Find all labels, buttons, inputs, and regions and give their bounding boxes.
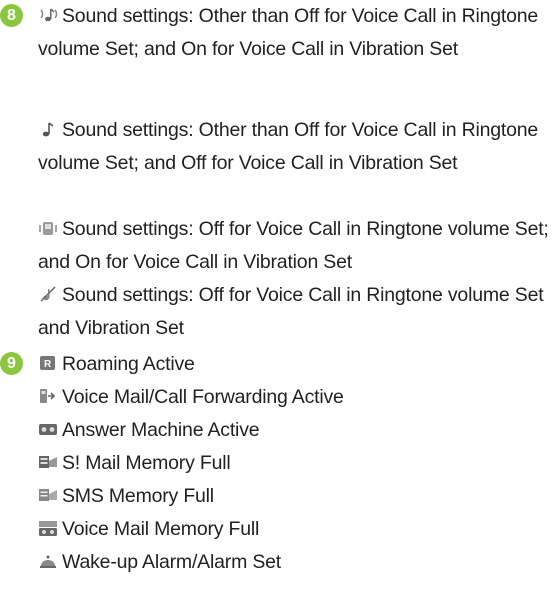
call-forwarding-icon [38, 387, 58, 405]
item-text: Answer Machine Active [62, 419, 260, 441]
answer-machine-icon [38, 420, 58, 438]
list-item: Sound settings: Off for Voice Call in Ri… [38, 213, 553, 279]
item-text: Sound settings: Off for Voice Call in Ri… [38, 284, 544, 339]
item-text: Wake-up Alarm/Alarm Set [62, 551, 281, 573]
list-item: S! Mail Memory Full [38, 447, 553, 480]
section-number-badge: 8 [0, 4, 23, 27]
list-item: Sound settings: Other than Off for Voice… [38, 114, 553, 180]
list-item: Wake-up Alarm/Alarm Set [38, 546, 553, 579]
list-item: Answer Machine Active [38, 414, 553, 447]
silent-icon [38, 285, 58, 303]
item-text: Sound settings: Other than Off for Voice… [38, 119, 539, 174]
roaming-icon: R [38, 354, 58, 372]
list-item: Sound settings: Off for Voice Call in Ri… [38, 279, 553, 345]
list-item: Voice Mail Memory Full [38, 513, 553, 546]
svg-text:R: R [44, 359, 52, 370]
sms-memory-full-icon [38, 486, 58, 504]
list-item: Voice Mail/Call Forwarding Active [38, 381, 553, 414]
vibration-only-icon [38, 219, 58, 237]
item-text: Sound settings: Other than Off for Voice… [38, 5, 539, 60]
ringtone-vibration-icon [38, 6, 58, 24]
voice-mail-memory-full-icon [38, 519, 58, 537]
manual-page: 8 Sound settings: Other than Off for Voi… [0, 0, 557, 598]
list-item: R Roaming Active [38, 348, 553, 381]
list-item: Sound settings: Other than Off for Voice… [38, 0, 553, 66]
item-text: Sound settings: Off for Voice Call in Ri… [38, 218, 549, 273]
item-text: Roaming Active [62, 353, 195, 375]
item-text: Voice Mail Memory Full [62, 518, 260, 540]
ringtone-only-icon [38, 120, 58, 138]
section-number-badge: 9 [0, 352, 23, 375]
alarm-icon [38, 552, 58, 570]
item-text: SMS Memory Full [62, 485, 214, 507]
list-item: SMS Memory Full [38, 480, 553, 513]
item-text: Voice Mail/Call Forwarding Active [62, 386, 344, 408]
smail-memory-full-icon [38, 453, 58, 471]
item-text: S! Mail Memory Full [62, 452, 231, 474]
